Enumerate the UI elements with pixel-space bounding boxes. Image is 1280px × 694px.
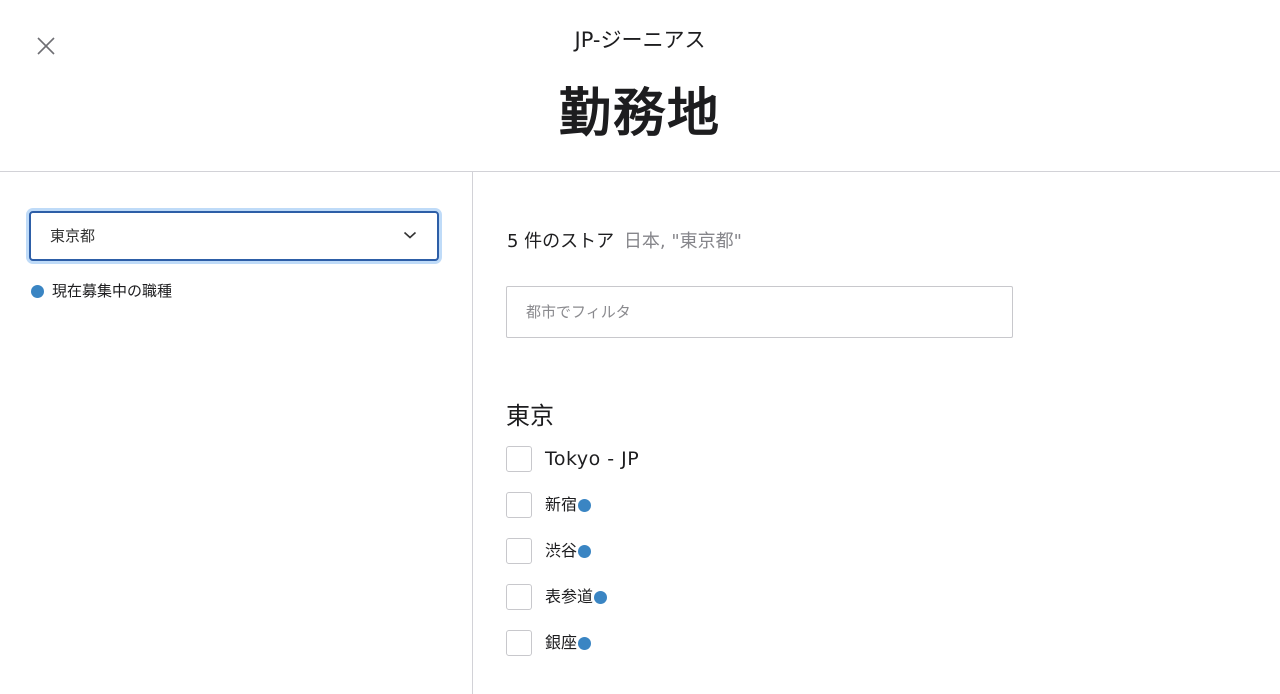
header: JP-ジーニアス 勤務地: [0, 0, 1280, 172]
store-checkbox[interactable]: [506, 446, 532, 472]
store-item[interactable]: 表参道: [506, 584, 639, 610]
store-name: 銀座: [545, 633, 578, 652]
store-item[interactable]: 新宿: [506, 492, 639, 518]
hiring-dot-icon: [578, 544, 592, 558]
result-count: 5 件のストア: [507, 231, 615, 252]
hiring-dot-icon: [594, 590, 608, 604]
store-list: Tokyo - JP 新宿 渋谷 表参道 銀座: [506, 446, 639, 676]
hiring-dot-icon: [31, 284, 44, 298]
store-name: 新宿: [545, 495, 578, 514]
region-select-value: 東京都: [50, 227, 96, 245]
hiring-dot-icon: [578, 498, 592, 512]
city-filter-input[interactable]: [506, 286, 1013, 338]
hiring-legend: 現在募集中の職種: [31, 280, 172, 302]
result-query: 日本, "東京都": [623, 231, 742, 252]
store-name: Tokyo - JP: [545, 448, 640, 470]
store-checkbox[interactable]: [506, 630, 532, 656]
page-title: 勤務地: [558, 84, 721, 144]
store-checkbox[interactable]: [506, 492, 532, 518]
store-name: 渋谷: [545, 541, 578, 560]
main-panel: 5 件のストア 日本, "東京都" 東京 Tokyo - JP 新宿 渋谷 表参…: [474, 172, 1280, 694]
sidebar: 東京都 現在募集中の職種: [0, 172, 473, 694]
store-checkbox[interactable]: [506, 538, 532, 564]
store-item[interactable]: 銀座: [506, 630, 639, 656]
page-subtitle: JP-ジーニアス: [574, 28, 706, 52]
hiring-legend-label: 現在募集中の職種: [52, 282, 173, 300]
store-checkbox[interactable]: [506, 584, 532, 610]
region-select[interactable]: 東京都: [29, 211, 439, 261]
store-name: 表参道: [545, 587, 594, 606]
chevron-down-icon: [403, 231, 417, 239]
store-item[interactable]: Tokyo - JP: [506, 446, 639, 472]
store-item[interactable]: 渋谷: [506, 538, 639, 564]
result-summary: 5 件のストア 日本, "東京都": [507, 230, 742, 254]
city-heading: 東京: [506, 402, 554, 430]
hiring-dot-icon: [578, 636, 592, 650]
